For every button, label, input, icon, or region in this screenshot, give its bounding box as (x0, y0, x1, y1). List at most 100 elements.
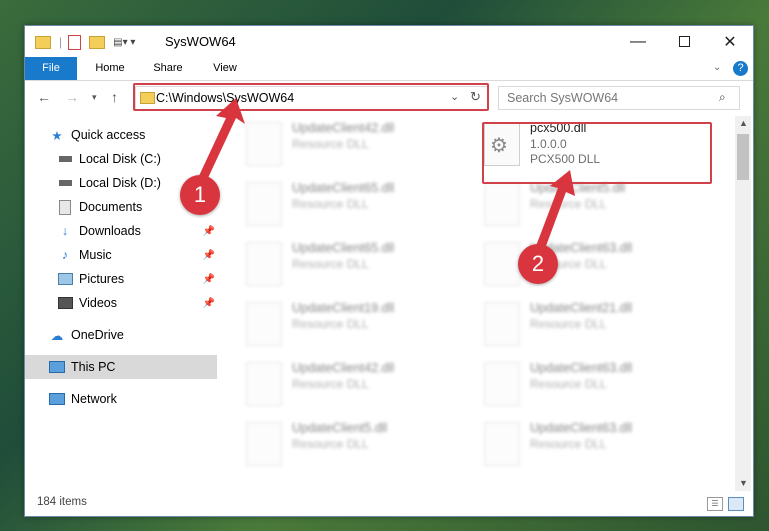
list-item[interactable]: UpdateClient63.dll Resource DLL (476, 358, 706, 410)
address-highlight (133, 83, 489, 111)
nav-item-local-disk-c[interactable]: Local Disk (C:) (25, 147, 217, 171)
explorer-window: | ▤▾ ▾ SysWOW64 — ✕ File Home Share View… (24, 25, 754, 517)
pin-icon[interactable]: 📌 (203, 274, 215, 285)
nav-item-quick-access[interactable]: ★ Quick access (25, 123, 217, 147)
search-box[interactable]: Search SysWOW64 ⌕ (498, 86, 740, 110)
vertical-scrollbar[interactable]: ▲ ▼ (735, 116, 751, 491)
dll-file-icon (246, 422, 282, 466)
nav-item-this-pc[interactable]: This PC (25, 355, 217, 379)
nav-item-videos[interactable]: Videos 📌 (25, 291, 217, 315)
dll-file-icon (484, 302, 520, 346)
nav-item-downloads[interactable]: ↓ Downloads 📌 (25, 219, 217, 243)
nav-item-pictures[interactable]: Pictures 📌 (25, 267, 217, 291)
back-icon[interactable]: ← (37, 89, 51, 105)
documents-icon (57, 199, 73, 215)
tab-share[interactable]: Share (143, 57, 193, 80)
star-icon: ★ (51, 128, 63, 143)
window-title: SysWOW64 (165, 34, 236, 49)
file-name: UpdateClient21.dll (530, 301, 633, 315)
close-icon: ✕ (723, 33, 737, 51)
nav-item-label: Quick access (71, 128, 146, 142)
nav-item-label: Local Disk (D:) (79, 176, 161, 190)
close-button[interactable]: ✕ (707, 26, 753, 57)
tab-view[interactable]: View (200, 57, 250, 80)
nav-item-label: Network (71, 392, 117, 406)
nav-item-label: This PC (71, 360, 116, 374)
separator-icon: | (59, 35, 63, 49)
scrollbar-thumb[interactable] (737, 134, 749, 180)
help-icon[interactable]: ? (733, 61, 748, 76)
dll-file-icon (246, 242, 282, 286)
callout-1: 1 (180, 175, 220, 215)
file-description: Resource DLL (292, 377, 369, 391)
nav-item-onedrive[interactable]: ☁ OneDrive (25, 323, 217, 347)
download-icon: ↓ (61, 224, 69, 238)
dll-file-icon (484, 242, 520, 286)
file-name: UpdateClient63.dll (530, 361, 633, 375)
file-description: Resource DLL (292, 137, 369, 151)
dll-file-icon (246, 182, 282, 226)
nav-item-label: Music (79, 248, 112, 262)
tab-home[interactable]: Home (85, 57, 135, 80)
minimize-icon: — (630, 32, 646, 50)
list-item[interactable]: UpdateClient42.dll Resource DLL (238, 118, 468, 170)
list-item[interactable]: UpdateClient65.dll Resource DLL (238, 238, 468, 290)
expand-ribbon-icon[interactable]: ⌄ (713, 62, 721, 73)
scroll-down-icon[interactable]: ▼ (739, 478, 748, 488)
search-input[interactable]: Search SysWOW64 (507, 91, 618, 105)
pin-icon[interactable]: 📌 (203, 250, 215, 261)
nav-item-label: Documents (79, 200, 143, 214)
computer-icon (49, 359, 65, 375)
folder-icon[interactable] (35, 35, 51, 49)
customize-icon[interactable]: ▤▾ ▾ (113, 37, 135, 48)
file-name: UpdateClient65.dll (292, 181, 395, 195)
dll-file-icon (484, 182, 520, 226)
navigation-pane: ★ Quick access Local Disk (C:) Local Dis… (25, 116, 217, 491)
dll-file-icon (484, 362, 520, 406)
ribbon-tabs: File Home Share View ⌄ ? (25, 57, 753, 81)
cloud-icon: ☁ (50, 328, 64, 343)
nav-item-label: Local Disk (C:) (79, 152, 161, 166)
item-count: 184 items (37, 496, 87, 508)
properties-icon[interactable] (68, 34, 82, 50)
list-item[interactable]: UpdateClient63.dll Resource DLL (476, 418, 706, 470)
tab-file[interactable]: File (25, 57, 77, 80)
list-item[interactable]: UpdateClient5.dll Resource DLL (238, 418, 468, 470)
dll-file-icon (484, 422, 520, 466)
status-bar: 184 items ☰ (25, 492, 753, 516)
drive-icon (57, 151, 73, 167)
file-name: UpdateClient42.dll (292, 121, 395, 135)
callout-2: 2 (518, 244, 558, 284)
new-folder-icon[interactable] (89, 35, 106, 49)
list-item[interactable]: UpdateClient5.dll Resource DLL (476, 178, 706, 230)
title-bar: | ▤▾ ▾ SysWOW64 — ✕ (25, 26, 753, 57)
nav-item-label: Videos (79, 296, 117, 310)
dll-file-icon (246, 362, 282, 406)
recent-locations-icon[interactable]: ▾ (92, 92, 97, 103)
file-highlight (482, 122, 712, 184)
pin-icon[interactable]: 📌 (203, 298, 215, 309)
minimize-button[interactable]: — (615, 26, 661, 57)
file-description: Resource DLL (530, 317, 607, 331)
nav-item-network[interactable]: Network (25, 387, 217, 411)
file-name: UpdateClient65.dll (292, 241, 395, 255)
list-item[interactable]: UpdateClient42.dll Resource DLL (238, 358, 468, 410)
up-icon[interactable]: ↑ (111, 89, 118, 105)
large-icons-view-icon[interactable] (728, 497, 744, 511)
nav-item-label: OneDrive (71, 328, 124, 342)
nav-item-label: Downloads (79, 224, 141, 238)
list-item[interactable]: UpdateClient63.dll Resource DLL (476, 238, 706, 290)
pin-icon[interactable]: 📌 (203, 226, 215, 237)
forward-icon[interactable]: → (65, 89, 79, 105)
address-row: ← → ▾ ↑ C:\Windows\SysWOW64 ⌄ ↻ Search S… (25, 81, 753, 114)
file-description: Resource DLL (292, 317, 369, 331)
list-item[interactable]: UpdateClient21.dll Resource DLL (476, 298, 706, 350)
scroll-up-icon[interactable]: ▲ (739, 118, 748, 128)
nav-item-music[interactable]: ♪ Music 📌 (25, 243, 217, 267)
details-view-icon[interactable]: ☰ (707, 497, 723, 511)
list-item[interactable]: UpdateClient65.dll Resource DLL (238, 178, 468, 230)
maximize-button[interactable] (661, 26, 707, 57)
list-item[interactable]: UpdateClient19.dll Resource DLL (238, 298, 468, 350)
network-icon (49, 391, 65, 407)
maximize-icon (678, 36, 690, 47)
